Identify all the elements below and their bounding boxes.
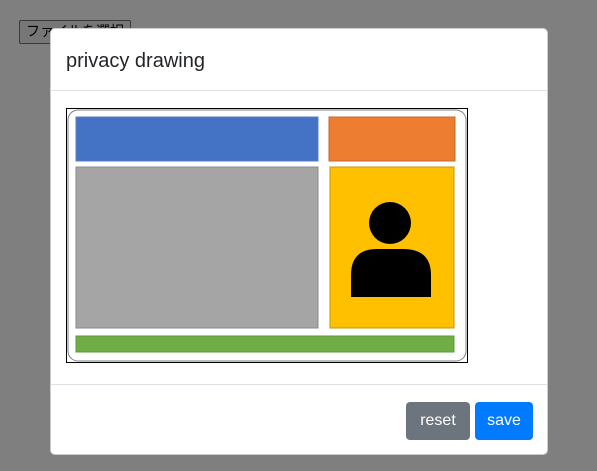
save-button[interactable]: save xyxy=(475,402,533,440)
footer-block[interactable] xyxy=(75,335,455,353)
corner-block[interactable] xyxy=(328,116,456,162)
modal-title: privacy drawing xyxy=(66,50,205,72)
modal-body xyxy=(51,91,547,385)
modal-footer: reset save xyxy=(51,384,547,455)
content-block[interactable] xyxy=(75,166,319,329)
photo-block[interactable] xyxy=(329,166,455,329)
reset-button[interactable]: reset xyxy=(406,402,470,440)
drawing-svg[interactable] xyxy=(67,109,467,362)
drawing-canvas[interactable] xyxy=(66,108,468,363)
header-block[interactable] xyxy=(75,116,319,162)
privacy-drawing-modal: privacy drawing reset save xyxy=(50,28,548,455)
modal-header: privacy drawing xyxy=(51,29,547,91)
